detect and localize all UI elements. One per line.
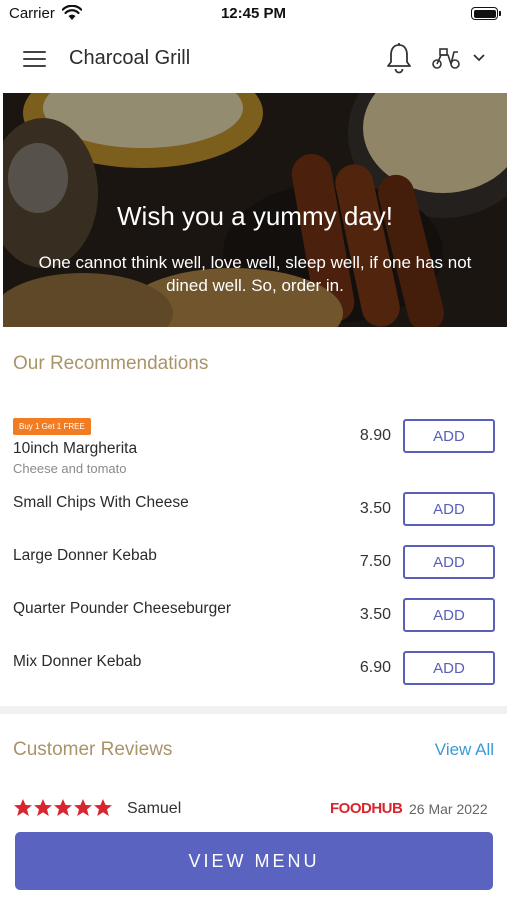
- item-name: Quarter Pounder Cheeseburger: [13, 600, 231, 617]
- chevron-down-icon[interactable]: [472, 53, 486, 63]
- hamburger-menu-icon[interactable]: [22, 48, 48, 70]
- add-button[interactable]: ADD: [403, 419, 495, 453]
- clock: 12:45 PM: [220, 5, 287, 22]
- item-price: 8.90: [359, 427, 391, 444]
- section-divider: [0, 706, 507, 714]
- recommendation-item: Small Chips With Cheese 3.50 ADD: [0, 492, 507, 528]
- review-source-logo: FOODHUB: [330, 800, 403, 817]
- hero-title: Wish you a yummy day!: [117, 201, 393, 231]
- item-description: Cheese and tomato: [13, 461, 127, 476]
- promo-badge: Buy 1 Get 1 FREE: [13, 418, 91, 435]
- view-menu-button[interactable]: VIEW MENU: [15, 832, 493, 890]
- item-price: 7.50: [359, 553, 391, 570]
- recommendation-item: Buy 1 Get 1 FREE 10inch Margherita Chees…: [0, 418, 507, 478]
- view-all-link[interactable]: View All: [435, 740, 494, 760]
- review-item: Samuel FOODHUB 26 Mar 2022: [0, 796, 507, 822]
- add-button[interactable]: ADD: [403, 651, 495, 685]
- hero-banner: Wish you a yummy day! One cannot think w…: [3, 93, 507, 327]
- recommendation-item: Quarter Pounder Cheeseburger 3.50 ADD: [0, 598, 507, 634]
- item-name: 10inch Margherita: [13, 440, 138, 457]
- review-date: 26 Mar 2022: [409, 801, 488, 817]
- battery-icon: [471, 7, 501, 20]
- recommendations-title: Our Recommendations: [13, 353, 209, 374]
- item-name: Large Donner Kebab: [13, 547, 157, 564]
- reviews-title: Customer Reviews: [13, 739, 173, 760]
- app-header: Charcoal Grill: [0, 28, 507, 92]
- page-title: Charcoal Grill: [69, 47, 191, 69]
- item-price: 3.50: [359, 500, 391, 517]
- recommendation-item: Mix Donner Kebab 6.90 ADD: [0, 651, 507, 687]
- reviewer-name: Samuel: [127, 800, 182, 817]
- add-button[interactable]: ADD: [403, 545, 495, 579]
- item-price: 6.90: [359, 659, 391, 676]
- item-price: 3.50: [359, 606, 391, 623]
- recommendation-item: Large Donner Kebab 7.50 ADD: [0, 545, 507, 581]
- add-button[interactable]: ADD: [403, 598, 495, 632]
- add-button[interactable]: ADD: [403, 492, 495, 526]
- item-name: Mix Donner Kebab: [13, 653, 142, 670]
- star-rating-icon: [14, 799, 112, 816]
- item-name: Small Chips With Cheese: [13, 494, 189, 511]
- bell-icon[interactable]: [384, 42, 414, 74]
- hero-subtitle: One cannot think well, love well, sleep …: [38, 253, 472, 295]
- delivery-scooter-icon[interactable]: [430, 46, 462, 70]
- status-bar: Carrier 12:45 PM: [0, 0, 507, 28]
